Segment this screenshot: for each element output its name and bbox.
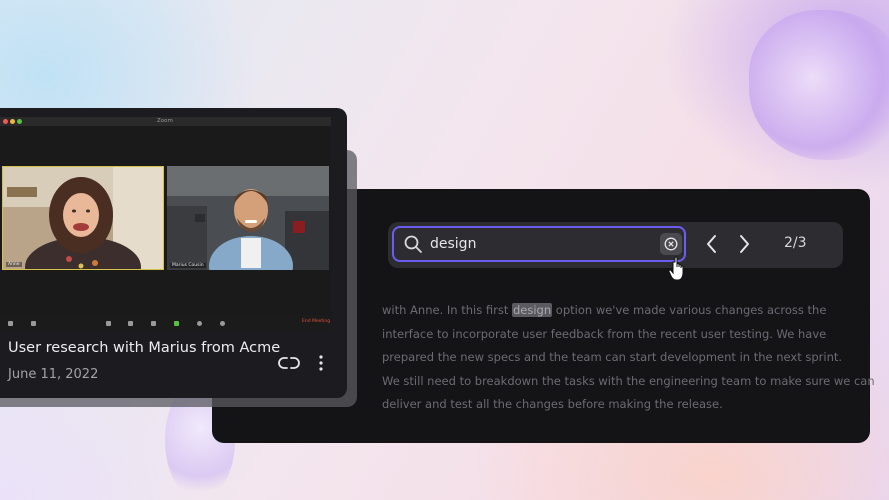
chevron-right-icon[interactable] bbox=[736, 233, 752, 255]
decorative-blob bbox=[749, 10, 889, 160]
participant-tile: Marius Cousin bbox=[167, 166, 329, 270]
security-icon bbox=[106, 321, 111, 326]
meeting-controls: End Meeting bbox=[0, 315, 331, 331]
clear-search-button[interactable] bbox=[660, 233, 682, 255]
mic-icon bbox=[8, 321, 13, 326]
close-dot-icon bbox=[3, 119, 8, 124]
maximize-dot-icon bbox=[17, 119, 22, 124]
transcript-line: We still need to breakdown the tasks wit… bbox=[382, 373, 875, 388]
recording-date: June 11, 2022 bbox=[8, 367, 99, 382]
reactions-icon bbox=[220, 321, 225, 326]
transcript-line: prepared the new specs and the team can … bbox=[382, 350, 843, 364]
participant-tile: Anne bbox=[2, 166, 164, 270]
chat-icon bbox=[151, 321, 156, 326]
match-counter: 2/3 bbox=[784, 235, 807, 251]
participant-video bbox=[167, 166, 329, 270]
participant-name: Marius Cousin bbox=[170, 263, 206, 268]
search-field[interactable] bbox=[392, 226, 686, 281]
minimize-dot-icon bbox=[10, 119, 15, 124]
hand-cursor-icon bbox=[668, 256, 684, 281]
recording-title: User research with Marius from Acme bbox=[8, 340, 281, 356]
transcript-text: with Anne. In this first design option w… bbox=[382, 299, 875, 417]
window-title: Zoom bbox=[157, 118, 173, 124]
more-vertical-icon[interactable] bbox=[314, 353, 328, 373]
end-meeting-button: End Meeting bbox=[302, 319, 331, 324]
search-icon bbox=[404, 235, 422, 253]
recording-card[interactable]: Zoom Anne Marius Cousin End Meeting User… bbox=[0, 108, 347, 398]
window-titlebar: Zoom bbox=[0, 117, 331, 126]
participant-name: Anne bbox=[6, 262, 22, 267]
participant-video bbox=[3, 167, 163, 269]
record-icon bbox=[197, 321, 202, 326]
transcript-line: deliver and test all the changes before … bbox=[382, 397, 723, 411]
search-input[interactable] bbox=[430, 232, 640, 256]
link-icon[interactable] bbox=[278, 354, 300, 372]
search-highlight: design bbox=[512, 303, 553, 317]
camera-icon bbox=[31, 321, 36, 326]
transcript-line: with Anne. In this first design option w… bbox=[382, 299, 862, 323]
chevron-left-icon[interactable] bbox=[704, 233, 720, 255]
transcript-line: interface to incorporate user feedback f… bbox=[382, 326, 827, 341]
participants-icon bbox=[128, 321, 133, 326]
transcript-segment: with Anne. In this first bbox=[382, 303, 512, 317]
share-screen-icon bbox=[174, 321, 179, 326]
transcript-segment: option we've made various changes across… bbox=[552, 303, 827, 317]
search-bar: 2/3 bbox=[388, 222, 843, 281]
video-thumbnail[interactable]: Zoom Anne Marius Cousin End Meeting bbox=[0, 117, 331, 331]
close-circle-icon bbox=[664, 237, 678, 251]
